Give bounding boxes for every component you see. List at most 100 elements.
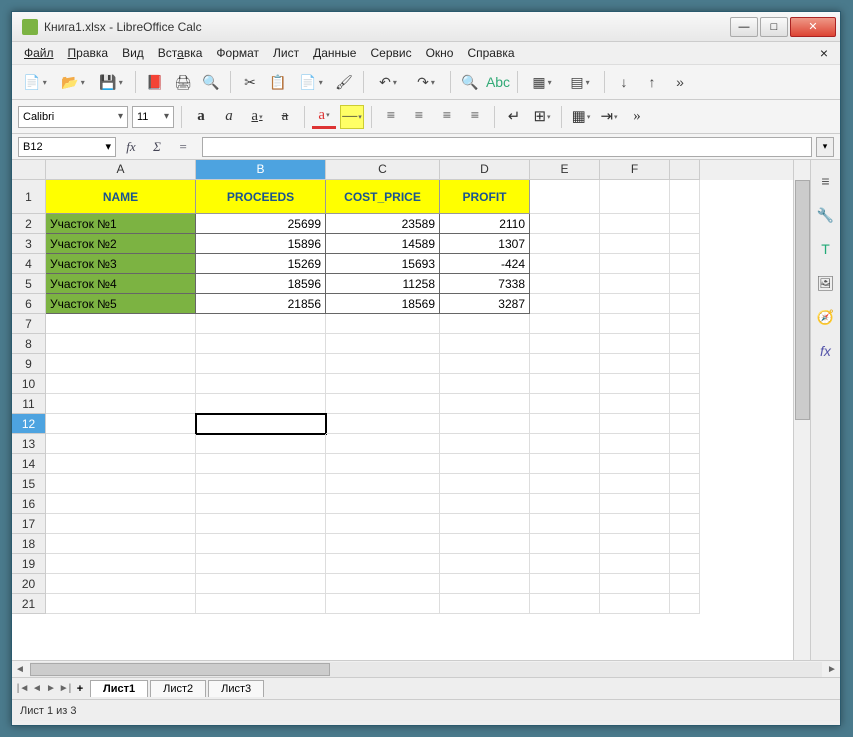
menu-sheet[interactable]: Лист (267, 44, 305, 62)
row-header-9[interactable]: 9 (12, 354, 46, 374)
row-header-2[interactable]: 2 (12, 214, 46, 234)
col-header-B[interactable]: B (196, 160, 326, 180)
navigator-icon[interactable]: 🧭 (815, 306, 837, 328)
hscroll-thumb[interactable] (30, 663, 330, 676)
sort-asc-button[interactable]: ↓ (612, 70, 636, 94)
cell-C2[interactable]: 23589 (326, 214, 440, 234)
styles-icon[interactable]: T (815, 238, 837, 260)
cell-D6[interactable]: 3287 (440, 294, 530, 314)
cell-C1[interactable]: COST_PRICE (326, 180, 440, 214)
maximize-button[interactable]: □ (760, 17, 788, 37)
formula-input[interactable] (202, 137, 812, 157)
cell-C4[interactable]: 15693 (326, 254, 440, 274)
format-paintbrush-button[interactable]: 🖌 (332, 70, 356, 94)
vscroll-thumb[interactable] (795, 180, 810, 420)
cell-D1[interactable]: PROFIT (440, 180, 530, 214)
row-header-7[interactable]: 7 (12, 314, 46, 334)
align-right-button[interactable]: ≡ (435, 105, 459, 129)
row-header-16[interactable]: 16 (12, 494, 46, 514)
tab-first[interactable]: |◄ (16, 683, 30, 694)
cut-button[interactable]: ✂ (238, 70, 262, 94)
cell-A3[interactable]: Участок №2 (46, 234, 196, 254)
cell-G1[interactable] (670, 180, 700, 214)
row-header-8[interactable]: 8 (12, 334, 46, 354)
row-header-1[interactable]: 1 (12, 180, 46, 214)
col-header-C[interactable]: C (326, 160, 440, 180)
tab-last[interactable]: ►| (58, 683, 72, 694)
cell-C5[interactable]: 11258 (326, 274, 440, 294)
col-header-D[interactable]: D (440, 160, 530, 180)
align-left-button[interactable]: ≡ (379, 105, 403, 129)
wrap-text-button[interactable]: ↵ (502, 105, 526, 129)
col-header-F[interactable]: F (600, 160, 670, 180)
cell-C6[interactable]: 18569 (326, 294, 440, 314)
paste-button[interactable]: 📄 (294, 70, 328, 94)
row-header-18[interactable]: 18 (12, 534, 46, 554)
sheet-tab-2[interactable]: Лист2 (150, 680, 206, 697)
horizontal-scrollbar[interactable]: ◄ ► (12, 660, 840, 677)
row-header-3[interactable]: 3 (12, 234, 46, 254)
close-button[interactable]: ✕ (790, 17, 836, 37)
cell-B5[interactable]: 18596 (196, 274, 326, 294)
formula-expand-button[interactable]: ▾ (816, 137, 834, 157)
menu-window[interactable]: Окно (420, 44, 460, 62)
row-header-20[interactable]: 20 (12, 574, 46, 594)
menu-view[interactable]: Вид (116, 44, 150, 62)
border-button[interactable]: ▦ (569, 105, 593, 129)
sheet-tab-1[interactable]: Лист1 (90, 680, 148, 697)
hscroll-right[interactable]: ► (824, 664, 840, 675)
cell-F1[interactable] (600, 180, 670, 214)
row-header-21[interactable]: 21 (12, 594, 46, 614)
equals-button[interactable]: = (172, 137, 194, 157)
open-button[interactable]: 📂 (56, 70, 90, 94)
col-header-G[interactable] (670, 160, 700, 180)
cell-D2[interactable]: 2110 (440, 214, 530, 234)
add-sheet-button[interactable]: + (72, 683, 88, 695)
cell-C3[interactable]: 14589 (326, 234, 440, 254)
print-preview-button[interactable]: 🔍 (199, 70, 223, 94)
sheet-tab-3[interactable]: Лист3 (208, 680, 264, 697)
row-header-17[interactable]: 17 (12, 514, 46, 534)
more-toolbar-button[interactable]: » (668, 70, 692, 94)
cell-B4[interactable]: 15269 (196, 254, 326, 274)
row-header-13[interactable]: 13 (12, 434, 46, 454)
strikethrough-button[interactable]: a (273, 105, 297, 129)
italic-button[interactable]: a (217, 105, 241, 129)
underline-button[interactable]: a (245, 105, 269, 129)
new-button[interactable]: 📄 (18, 70, 52, 94)
cell-E1[interactable] (530, 180, 600, 214)
sort-desc-button[interactable]: ↑ (640, 70, 664, 94)
properties-icon[interactable]: 🔧 (815, 204, 837, 226)
more-format-button[interactable]: » (625, 105, 649, 129)
function-wizard-button[interactable]: fx (120, 137, 142, 157)
redo-button[interactable]: ↷ (409, 70, 443, 94)
font-color-button[interactable]: a (312, 105, 336, 129)
font-name-combo[interactable]: Calibri▾ (18, 106, 128, 128)
menu-format[interactable]: Формат (210, 44, 265, 62)
functions-icon[interactable]: fx (815, 340, 837, 362)
cell-B12-active[interactable] (196, 414, 326, 434)
cell-A5[interactable]: Участок №4 (46, 274, 196, 294)
cell-B2[interactable]: 25699 (196, 214, 326, 234)
cell-A4[interactable]: Участок №3 (46, 254, 196, 274)
sidebar-menu-icon[interactable]: ≡ (815, 170, 837, 192)
gallery-icon[interactable]: 🖼 (815, 272, 837, 294)
tab-prev[interactable]: ◄ (30, 683, 44, 694)
sum-button[interactable]: Σ (146, 137, 168, 157)
menu-help[interactable]: Справка (461, 44, 520, 62)
cell-B3[interactable]: 15896 (196, 234, 326, 254)
menu-insert[interactable]: Вставка (152, 44, 209, 62)
document-close-button[interactable]: × (814, 43, 834, 63)
row-header-14[interactable]: 14 (12, 454, 46, 474)
copy-button[interactable]: 📋 (266, 70, 290, 94)
menu-data[interactable]: Данные (307, 44, 362, 62)
highlight-button[interactable]: — (340, 105, 364, 129)
row-header-6[interactable]: 6 (12, 294, 46, 314)
select-all-corner[interactable] (12, 160, 46, 180)
tab-next[interactable]: ► (44, 683, 58, 694)
find-button[interactable]: 🔍 (458, 70, 482, 94)
row-button[interactable]: ▦ (525, 70, 559, 94)
undo-button[interactable]: ↶ (371, 70, 405, 94)
row-header-5[interactable]: 5 (12, 274, 46, 294)
print-button[interactable]: 🖨 (171, 70, 195, 94)
